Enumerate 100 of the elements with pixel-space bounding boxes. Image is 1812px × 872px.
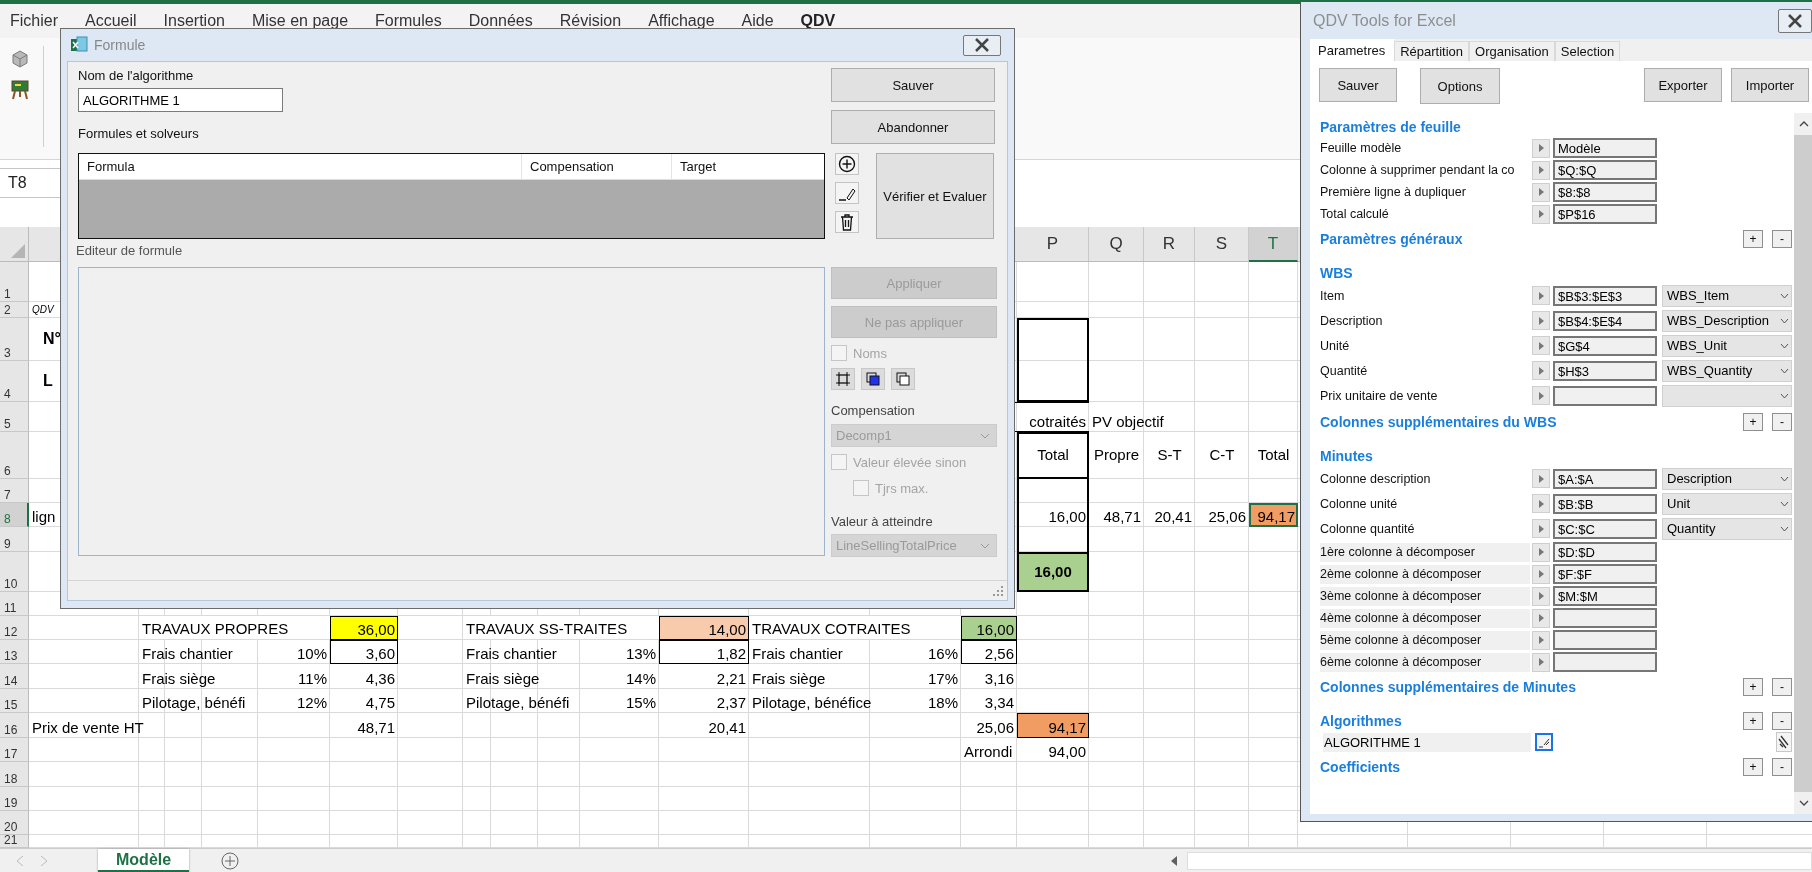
field-label: Item	[1320, 288, 1346, 303]
section-button[interactable]: -	[1772, 712, 1792, 730]
row-header[interactable]: 17	[0, 738, 29, 762]
evaluate-button[interactable]: Vérifier et Evaluer	[876, 153, 994, 239]
range-field[interactable]: $F:$F	[1553, 564, 1657, 584]
range-field[interactable]: $Q:$Q	[1553, 160, 1657, 180]
table-cell: 25,06	[976, 719, 1014, 736]
row-header[interactable]: 19	[0, 787, 29, 811]
table-cell: Pilotage, bénéfi	[142, 694, 246, 711]
dropdown[interactable]: WBS_Item	[1662, 284, 1792, 307]
range-field[interactable]: $M:$M	[1553, 586, 1657, 606]
panel-button[interactable]: Exporter	[1644, 68, 1722, 102]
row-header[interactable]: 15	[0, 689, 29, 713]
row-header[interactable]: 8	[0, 503, 29, 527]
table-cell: Frais siège	[466, 670, 540, 687]
range-field[interactable]: $H$3	[1553, 360, 1657, 381]
section-button[interactable]: +	[1743, 678, 1763, 696]
dropdown[interactable]: Unit	[1662, 492, 1792, 515]
table-cell: cotraités	[1029, 413, 1086, 430]
menu-tab[interactable]: Insertion	[163, 12, 225, 30]
row-header[interactable]: 3	[0, 318, 29, 361]
range-field[interactable]: $B:$B	[1553, 493, 1657, 514]
column-title: Total	[1037, 446, 1069, 463]
cell-text: N°	[43, 329, 61, 348]
row-header[interactable]: 16	[0, 713, 29, 738]
list-item[interactable]: ALGORITHME 1	[1323, 732, 1531, 752]
table-cell-text: 20,41	[1153, 507, 1193, 527]
checkbox-label: Noms	[853, 345, 887, 361]
row-header[interactable]: 21	[0, 835, 29, 848]
tab[interactable]: Organisation	[1469, 41, 1555, 61]
range-field[interactable]: $B$4:$E$4	[1553, 310, 1657, 331]
dropdown[interactable]: WBS_Unit	[1662, 334, 1792, 357]
row-header[interactable]: 9	[0, 527, 29, 552]
section-label: Formules et solveurs	[78, 126, 200, 142]
panel-button[interactable]: Importer	[1731, 68, 1809, 102]
sheet-tab[interactable]: Modèle	[98, 848, 190, 872]
dropdown[interactable]: WBS_Description	[1662, 309, 1792, 332]
table-cell: Frais siège	[142, 670, 216, 687]
cell-text: L	[43, 371, 53, 390]
panel-button[interactable]: Options	[1420, 68, 1500, 104]
field-label: 1ère colonne à décomposer	[1320, 542, 1530, 562]
menu-tab[interactable]: Révision	[559, 12, 622, 30]
column-header: Formula	[79, 154, 522, 179]
tab[interactable]: Selection	[1554, 41, 1621, 61]
menu-tab[interactable]: Fichier	[10, 12, 58, 30]
save-button[interactable]: Sauver	[831, 68, 995, 102]
row-header[interactable]: 13	[0, 640, 29, 664]
section-button[interactable]: +	[1743, 230, 1763, 248]
table-cell: 11%	[298, 670, 327, 687]
menu-tab[interactable]: Données	[468, 12, 533, 30]
row-header[interactable]: 18	[0, 762, 29, 787]
row-header[interactable]: 12	[0, 616, 29, 640]
name-field[interactable]: ALGORITHME 1	[78, 88, 283, 112]
menu-tab[interactable]: Accueil	[85, 12, 137, 30]
range-field[interactable]: $C:$C	[1553, 518, 1657, 539]
column-header[interactable]: T	[1249, 227, 1298, 262]
dropdown[interactable]: WBS_Quantity	[1662, 359, 1792, 382]
section-button[interactable]: +	[1743, 413, 1763, 431]
panel-button[interactable]: Sauver	[1319, 68, 1397, 102]
section-button[interactable]: -	[1772, 678, 1792, 696]
range-field[interactable]: Modèle	[1553, 138, 1657, 158]
row-header[interactable]: 5	[0, 402, 29, 432]
tab[interactable]: Répartition	[1394, 41, 1470, 61]
section-button[interactable]: +	[1743, 712, 1763, 730]
row-header[interactable]: 1	[0, 262, 29, 302]
field-label: Nom de l'algorithme	[78, 68, 195, 84]
menu-tab[interactable]: Aide	[741, 12, 774, 30]
table-cell: Frais siège	[752, 670, 826, 687]
table-cell: 36,00	[330, 616, 398, 640]
menu-tab[interactable]: Affichage	[648, 12, 715, 30]
range-field[interactable]: $A:$A	[1553, 468, 1657, 489]
dropdown[interactable]: Description	[1662, 467, 1792, 490]
range-field[interactable]: $B$3:$E$3	[1553, 285, 1657, 306]
row-header[interactable]: 14	[0, 664, 29, 689]
menu-tab[interactable]: Mise en page	[251, 12, 349, 30]
menu-tab[interactable]: QDV	[800, 12, 836, 30]
range-field[interactable]: $8:$8	[1553, 182, 1657, 202]
section-button[interactable]: -	[1772, 413, 1792, 431]
row-header[interactable]: 4	[0, 361, 29, 402]
menu-tab[interactable]: Formules	[375, 12, 442, 30]
section-button[interactable]: +	[1743, 758, 1763, 776]
table-cell: 2,56	[984, 645, 1014, 662]
range-field[interactable]: $G$4	[1553, 335, 1657, 356]
section-title: Colonnes supplémentaires de Minutes	[1320, 679, 1576, 695]
section-button[interactable]: -	[1772, 758, 1792, 776]
field-label: Colonne quantité	[1320, 521, 1416, 536]
row-header[interactable]: 10	[0, 552, 29, 592]
row-header[interactable]: 11	[0, 592, 29, 616]
column-title: Propre	[1094, 446, 1139, 463]
row-header[interactable]: 20	[0, 811, 29, 835]
row-header[interactable]: 2	[0, 302, 29, 318]
dropdown[interactable]: Quantity	[1662, 517, 1792, 540]
row-header[interactable]: 6	[0, 432, 29, 479]
range-field[interactable]: $D:$D	[1553, 542, 1657, 562]
tab[interactable]: Parametres	[1310, 39, 1395, 61]
range-field[interactable]: $P$16	[1553, 204, 1657, 224]
field-label: Compensation	[831, 403, 916, 417]
row-header[interactable]: 7	[0, 479, 29, 503]
section-button[interactable]: -	[1772, 230, 1792, 248]
cancel-button[interactable]: Abandonner	[831, 110, 995, 144]
